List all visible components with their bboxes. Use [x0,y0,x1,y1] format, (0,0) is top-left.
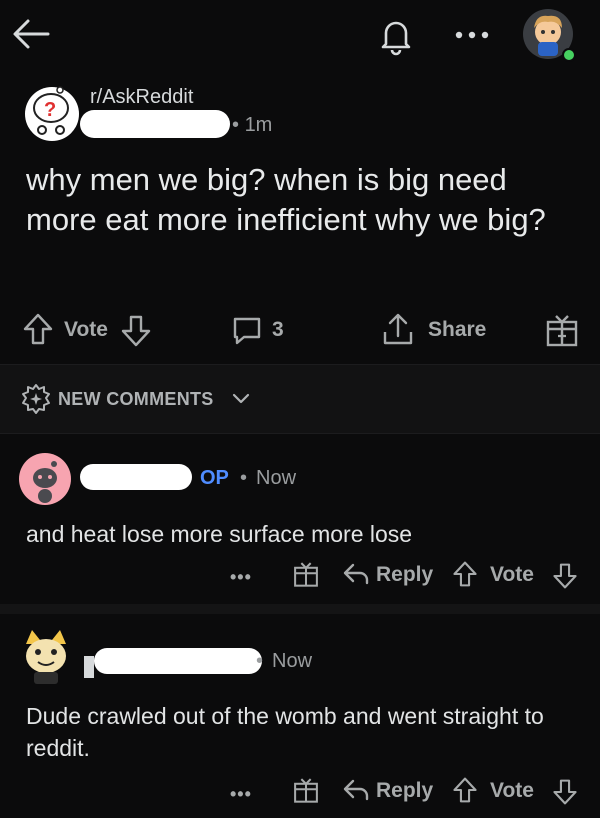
sort-label[interactable]: NEW COMMENTS [58,389,214,410]
redacted-username [94,648,262,674]
comment-sort-bar[interactable]: NEW COMMENTS [0,364,600,434]
reply-label[interactable]: Reply [376,563,433,587]
comment-meta-dot: • [240,467,248,489]
meta-dot: • [232,114,245,136]
downvote-icon[interactable] [552,778,578,806]
op-badge: OP [200,467,229,489]
post-title: why men we big? when is big need more ea… [26,162,546,237]
award-gift-icon[interactable] [292,776,320,804]
upvote-icon[interactable] [22,312,54,346]
comment-more-icon[interactable]: ••• [230,567,252,588]
comment-time: Now [256,467,297,489]
upvote-icon[interactable] [452,560,478,588]
subreddit-name[interactable]: r/AskReddit [90,86,193,109]
comment-op: OP • Now and heat lose more surface more… [0,432,600,604]
share-label[interactable]: Share [428,318,486,342]
more-options-icon[interactable] [454,30,490,40]
comment-meta-dot: • [256,650,264,672]
chevron-down-icon[interactable] [232,393,250,405]
comment-time: Now [272,650,313,672]
award-gift-icon[interactable] [544,312,580,348]
downvote-icon[interactable] [120,314,152,348]
comment-body: Dude crawled out of the womb and went st… [26,703,544,761]
username-fragment [84,656,94,678]
post-time: • 1m [232,114,273,136]
comment-divider [0,604,600,614]
comment-vote-label: Vote [490,779,534,802]
upvote-icon[interactable] [452,776,478,804]
comment-avatar[interactable] [18,626,74,686]
post-vote-label: Vote [64,318,108,341]
svg-text:?: ? [44,99,56,121]
comment-count[interactable]: 3 [272,318,284,342]
comment-more-icon[interactable]: ••• [230,784,252,805]
share-icon[interactable] [380,312,416,348]
subreddit-icon[interactable]: ? [24,86,80,142]
comment-body: and heat lose more surface more lose [26,521,413,547]
redacted-username [80,110,230,138]
downvote-icon[interactable] [552,562,578,590]
comment-vote-label: Vote [490,563,534,586]
reply-arrow-icon[interactable] [342,562,370,586]
back-arrow-icon[interactable] [10,16,52,52]
post-actions-bar: Vote 3 Share [0,300,600,360]
redacted-username [80,464,192,490]
comment: • Now Dude crawled out of the womb and w… [0,614,600,818]
notification-bell-icon[interactable] [378,16,414,56]
award-gift-icon[interactable] [292,560,320,588]
comment-avatar[interactable] [18,452,72,506]
reply-label[interactable]: Reply [376,779,433,803]
comment-bubble-icon[interactable] [230,314,264,346]
reply-arrow-icon[interactable] [342,778,370,802]
sparkle-badge-icon [20,383,52,415]
top-bar [0,0,600,80]
post-header: ? r/AskReddit • 1m [0,80,600,150]
user-avatar[interactable] [522,8,578,64]
